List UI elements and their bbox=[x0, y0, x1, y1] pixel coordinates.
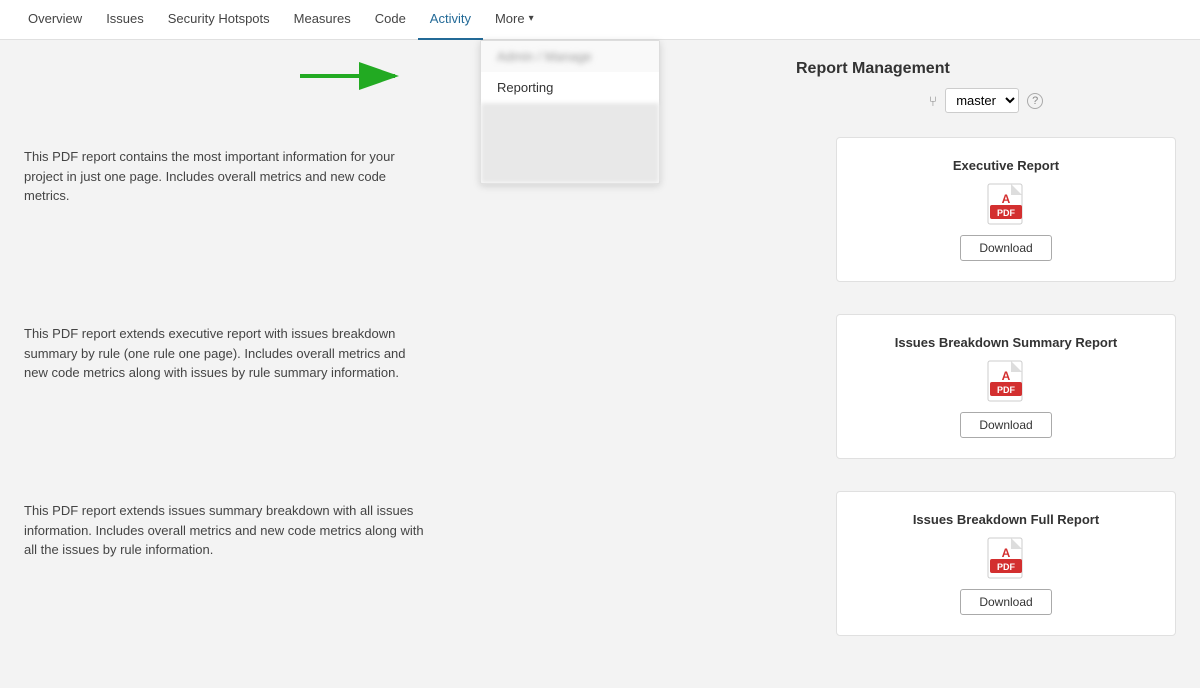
issues-summary-report-title: Issues Breakdown Summary Report bbox=[895, 335, 1118, 350]
dropdown-item-reporting[interactable]: Reporting bbox=[481, 72, 659, 103]
branch-select[interactable]: master bbox=[945, 88, 1019, 113]
executive-report-description-area: This PDF report contains the most import… bbox=[24, 137, 812, 206]
nav-activity[interactable]: Activity bbox=[418, 0, 483, 40]
executive-report-card: Executive Report PDF A Download bbox=[836, 137, 1176, 282]
issues-summary-description: This PDF report extends executive report… bbox=[24, 324, 424, 383]
nav-measures-label: Measures bbox=[294, 11, 351, 26]
nav-overview-label: Overview bbox=[28, 11, 82, 26]
nav-activity-label: Activity bbox=[430, 11, 471, 26]
branch-icon: ⑂ bbox=[929, 93, 937, 109]
nav-code[interactable]: Code bbox=[363, 0, 418, 40]
branch-selector: ⑂ master ? bbox=[796, 88, 1176, 113]
svg-text:A: A bbox=[1002, 192, 1011, 206]
issues-summary-pdf-icon: PDF A bbox=[987, 360, 1025, 402]
page-title: Report Management bbox=[796, 60, 1176, 78]
issues-summary-report-card: Issues Breakdown Summary Report PDF A Do… bbox=[836, 314, 1176, 459]
issues-summary-description-area: This PDF report extends executive report… bbox=[24, 314, 812, 383]
nav-more[interactable]: More ▾ bbox=[483, 0, 546, 40]
issues-full-report-card: Issues Breakdown Full Report PDF A Downl… bbox=[836, 491, 1176, 636]
executive-report-card-area: Executive Report PDF A Download bbox=[836, 137, 1176, 294]
svg-text:A: A bbox=[1002, 546, 1011, 560]
dropdown-item-admin[interactable]: Admin / Manage bbox=[481, 41, 659, 72]
executive-report-pdf-icon: PDF A bbox=[987, 183, 1025, 225]
issues-summary-report-row: This PDF report extends executive report… bbox=[24, 314, 1176, 471]
issues-summary-download-button[interactable]: Download bbox=[960, 412, 1051, 438]
help-icon[interactable]: ? bbox=[1027, 93, 1043, 109]
help-label: ? bbox=[1032, 95, 1038, 107]
nav-code-label: Code bbox=[375, 11, 406, 26]
executive-report-title: Executive Report bbox=[953, 158, 1059, 173]
issues-full-card-area: Issues Breakdown Full Report PDF A Downl… bbox=[836, 491, 1176, 648]
nav-overview[interactable]: Overview bbox=[16, 0, 94, 40]
nav-security-hotspots-label: Security Hotspots bbox=[168, 11, 270, 26]
svg-text:PDF: PDF bbox=[997, 385, 1016, 395]
issues-full-download-button[interactable]: Download bbox=[960, 589, 1051, 615]
nav-more-label: More bbox=[495, 11, 525, 26]
nav-security-hotspots[interactable]: Security Hotspots bbox=[156, 0, 282, 40]
svg-text:A: A bbox=[1002, 369, 1011, 383]
right-header-area: Report Management ⑂ master ? bbox=[796, 60, 1176, 129]
svg-text:PDF: PDF bbox=[997, 562, 1016, 572]
dropdown-admin-label: Admin / Manage bbox=[497, 49, 592, 64]
executive-report-download-button[interactable]: Download bbox=[960, 235, 1051, 261]
dropdown-reporting-label: Reporting bbox=[497, 80, 553, 95]
chevron-down-icon: ▾ bbox=[529, 13, 534, 24]
executive-report-description: This PDF report contains the most import… bbox=[24, 147, 424, 206]
issues-summary-card-area: Issues Breakdown Summary Report PDF A Do… bbox=[836, 314, 1176, 471]
issues-full-description: This PDF report extends issues summary b… bbox=[24, 501, 424, 560]
top-nav: Overview Issues Security Hotspots Measur… bbox=[0, 0, 1200, 40]
nav-issues[interactable]: Issues bbox=[94, 0, 156, 40]
more-dropdown-menu: Admin / Manage Reporting bbox=[480, 40, 660, 184]
dropdown-preview-blur bbox=[481, 103, 659, 183]
green-arrow-indicator bbox=[290, 56, 410, 99]
svg-text:PDF: PDF bbox=[997, 208, 1016, 218]
issues-full-pdf-icon: PDF A bbox=[987, 537, 1025, 579]
issues-full-report-title: Issues Breakdown Full Report bbox=[913, 512, 1099, 527]
nav-measures[interactable]: Measures bbox=[282, 0, 363, 40]
issues-full-report-row: This PDF report extends issues summary b… bbox=[24, 491, 1176, 648]
nav-issues-label: Issues bbox=[106, 11, 144, 26]
issues-full-description-area: This PDF report extends issues summary b… bbox=[24, 491, 812, 560]
